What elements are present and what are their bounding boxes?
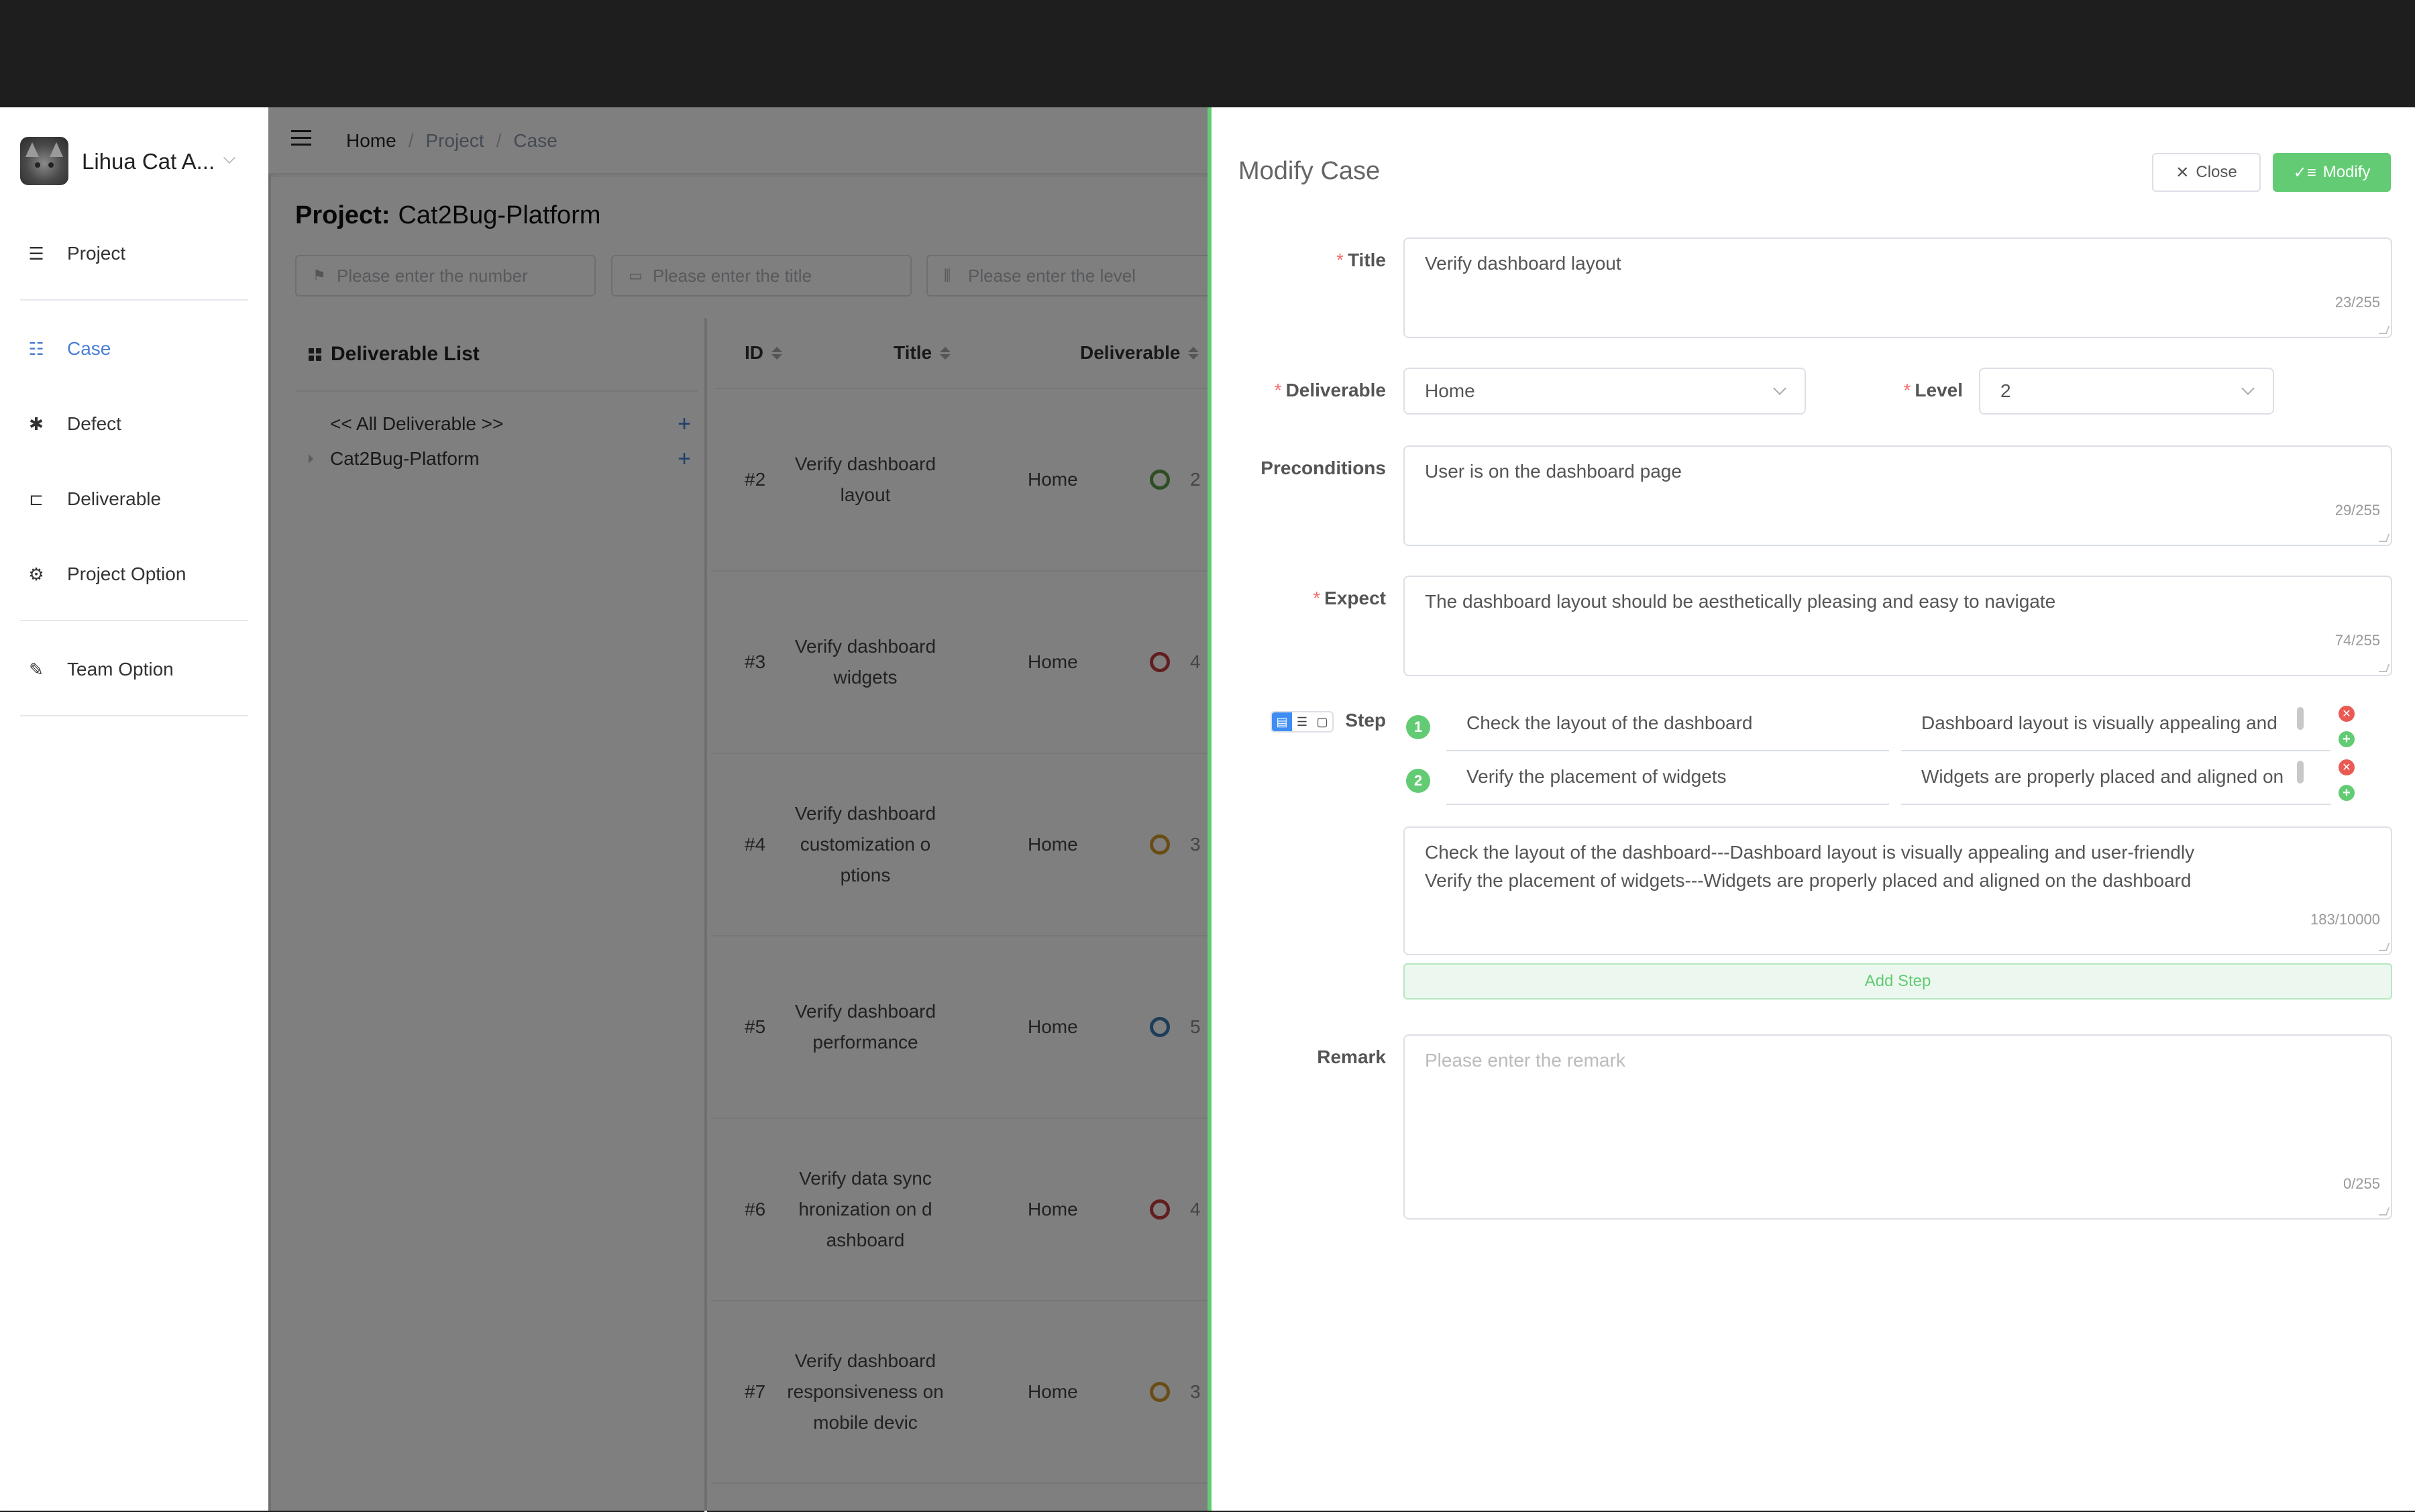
list-icon: ☰ [28,243,44,264]
os-top-bar [0,0,2415,107]
insert-step-icon[interactable]: + [2339,731,2355,747]
bug-icon: ✱ [29,413,44,434]
expect-value: The dashboard layout should be aesthetic… [1425,591,2056,612]
step-label: Step [1345,710,1386,731]
steps-text-line: Check the layout of the dashboard---Dash… [1425,842,2195,863]
sidebar-item-label: Defect [67,413,121,434]
sidebar-item-project[interactable]: ☰ Project [0,233,268,274]
remark-textarea[interactable]: Please enter the remark 0/255 [1403,1034,2392,1220]
level-label: * Level [1903,380,1963,400]
team-name[interactable]: Lihua Cat A... [82,149,215,174]
step-row: 1 Check the layout of the dashboard Dash… [1406,704,2392,751]
resize-handle[interactable] [2378,664,2390,672]
char-count: 0/255 [2343,1175,2380,1192]
text-mode-icon[interactable]: ▢ [1312,712,1332,731]
char-count: 74/255 [2334,632,2380,649]
checklist-icon: ✓≡ [2293,163,2316,182]
level-value: 2 [2000,380,2011,401]
title-label-text: Title [1347,250,1386,270]
preconditions-value: User is on the dashboard page [1425,461,1682,482]
app-window: Lihua Cat A... ☰ Project ☷ Case ✱ Defect… [0,107,2415,1512]
close-button-label: Close [2196,163,2237,181]
sidebar-item-label: Project Option [67,563,186,584]
step-number-badge: 1 [1406,715,1430,739]
deliverable-label: * Deliverable [1274,380,1386,400]
modify-button[interactable]: ✓≡ Modify [2273,153,2391,192]
nav-divider [20,299,248,301]
modify-button-label: Modify [2322,163,2371,181]
sidebar-item-project-option[interactable]: ⚙ Project Option [0,554,268,594]
title-textarea[interactable]: Verify dashboard layout 23/255 [1403,237,2392,338]
modify-case-drawer: Modify Case ✕ Close ✓≡ Modify * Title Ver… [1208,107,2415,1511]
nav-divider [20,715,248,716]
drawer-title: Modify Case [1238,157,1381,185]
nav-divider [20,620,248,621]
step-result-input[interactable]: Dashboard layout is visually appealing a… [1901,704,2330,751]
case-list-icon: ☷ [28,338,44,359]
remove-step-icon[interactable]: ✕ [2339,706,2355,722]
char-count: 29/255 [2334,502,2380,519]
steps-text-textarea[interactable]: Check the layout of the dashboard---Dash… [1403,826,2392,955]
level-select[interactable]: 2 [1979,368,2274,415]
title-label: * Title [1336,250,1386,270]
expect-label-text: Expect [1324,588,1386,608]
chevron-down-icon [1773,382,1786,395]
steps-text-line: Verify the placement of widgets---Widget… [1425,870,2192,891]
resize-handle[interactable] [2378,1207,2390,1216]
card-mode-icon[interactable]: ▤ [1272,712,1292,731]
sidebar-item-label: Project [67,243,126,264]
resize-handle[interactable] [2378,534,2390,542]
expect-textarea[interactable]: The dashboard layout should be aesthetic… [1403,576,2392,676]
char-count: 183/10000 [2310,911,2380,928]
chevron-down-icon [2241,382,2255,395]
insert-step-icon[interactable]: + [2339,785,2355,801]
sidebar-item-label: Case [67,338,111,359]
sidebar-item-team-option[interactable]: ✎ Team Option [0,649,268,690]
sidebar: Lihua Cat A... ☰ Project ☷ Case ✱ Defect… [0,107,268,1511]
step-result-input[interactable]: Widgets are properly placed and aligned … [1901,758,2330,805]
sidebar-item-deliverable[interactable]: ⊏ Deliverable [0,479,268,519]
sidebar-item-case[interactable]: ☷ Case [0,329,268,369]
document-edit-icon: ✎ [29,659,44,680]
step-number-badge: 2 [1406,769,1430,793]
scrollbar[interactable] [2297,707,2304,730]
deliverable-value: Home [1425,380,1475,401]
expect-label: * Expect [1313,588,1386,608]
close-button[interactable]: ✕ Close [2152,153,2261,192]
deliverable-select[interactable]: Home [1403,368,1806,415]
add-step-button[interactable]: Add Step [1403,963,2392,1000]
remove-step-icon[interactable]: ✕ [2339,759,2355,775]
deliverable-label-text: Deliverable [1285,380,1386,400]
scrollbar[interactable] [2297,761,2304,784]
step-action-input[interactable]: Check the layout of the dashboard [1446,704,1889,751]
preconditions-textarea[interactable]: User is on the dashboard page 29/255 [1403,445,2392,546]
step-action-input[interactable]: Verify the placement of widgets [1446,758,1889,805]
remark-label: Remark [1317,1046,1386,1067]
gear-icon: ⚙ [28,563,44,584]
preconditions-label: Preconditions [1260,457,1386,478]
resize-handle[interactable] [2378,326,2390,334]
remark-placeholder: Please enter the remark [1425,1050,1625,1071]
chevron-down-icon[interactable] [223,152,235,164]
close-icon: ✕ [2176,163,2190,182]
step-mode-toggle: ▤ ☰ ▢ [1271,711,1334,733]
list-mode-icon[interactable]: ☰ [1292,712,1312,731]
resize-handle[interactable] [2378,943,2390,951]
level-label-text: Level [1915,380,1963,400]
char-count: 23/255 [2334,294,2380,311]
title-value: Verify dashboard layout [1425,253,1621,274]
step-row: 2 Verify the placement of widgets Widget… [1406,758,2392,805]
tree-icon: ⊏ [29,488,44,509]
sidebar-item-label: Deliverable [67,488,162,509]
sidebar-item-label: Team Option [67,659,174,680]
team-avatar[interactable] [20,137,68,185]
sidebar-item-defect[interactable]: ✱ Defect [0,404,268,444]
